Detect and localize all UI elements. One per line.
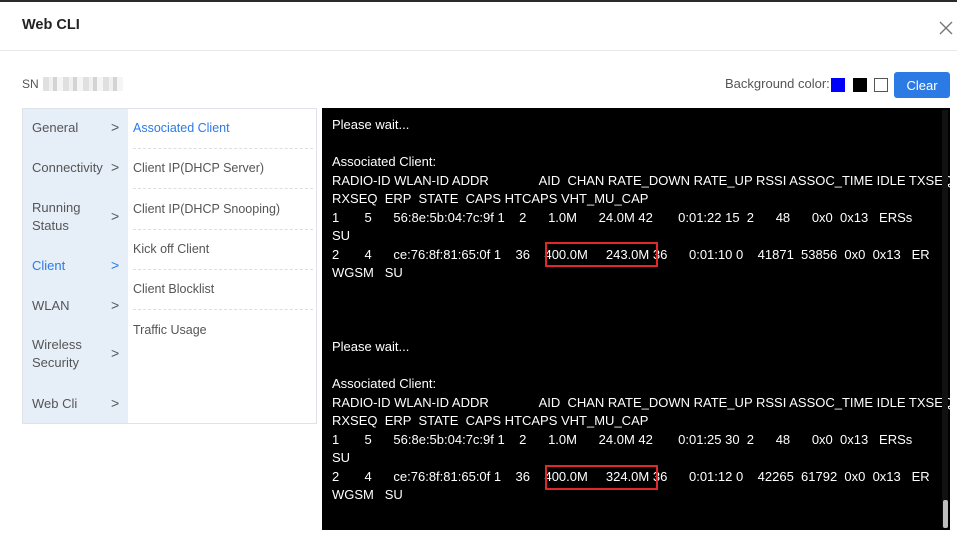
category-label: Wireless Security [32,337,82,370]
subitem-associated-client[interactable]: Associated Client [133,109,313,149]
subcommand-column: Associated Client Client IP(DHCP Server)… [128,109,316,423]
chevron-right-icon: > [111,159,120,175]
clear-button[interactable]: Clear [894,72,950,98]
subitem-client-ip-dhcp-snooping[interactable]: Client IP(DHCP Snooping) [133,190,313,230]
category-label: WLAN [32,298,70,313]
category-column: General > Connectivity > Running Status … [23,109,128,423]
subitem-label: Client Blocklist [133,282,215,296]
serial-number-masked [42,77,123,91]
subitem-traffic-usage[interactable]: Traffic Usage [133,311,313,351]
close-icon[interactable] [937,19,955,37]
category-client[interactable]: Client > [23,257,128,277]
scrollbar-track[interactable] [942,110,948,528]
dialog-header: Web CLI [0,2,957,51]
chevron-right-icon: > [111,257,120,273]
chevron-right-icon: > [111,208,120,224]
subitem-label: Kick off Client [133,242,210,256]
subitem-label: Traffic Usage [133,323,207,337]
subitem-label: Associated Client [133,121,230,135]
subitem-client-blocklist[interactable]: Client Blocklist [133,270,313,310]
chevron-right-icon: > [111,119,120,135]
cli-output-text: Please wait... Associated Client: RADIO-… [332,117,950,502]
dialog-title: Web CLI [22,17,80,33]
blue-swatch[interactable] [831,78,845,92]
category-label: Running Status [32,200,81,233]
subitem-label: Client IP(DHCP Server) [133,161,265,175]
black-swatch[interactable] [853,78,867,92]
category-wlan[interactable]: WLAN > [23,297,128,317]
category-wireless-security[interactable]: Wireless Security > [23,336,128,374]
category-label: Connectivity [32,160,103,175]
subitem-kick-off-client[interactable]: Kick off Client [133,230,313,270]
white-swatch[interactable] [874,78,888,92]
chevron-right-icon: > [111,297,120,313]
command-menu: General > Connectivity > Running Status … [22,108,317,424]
category-running-status[interactable]: Running Status > [23,199,128,237]
serial-number-label: SN [22,77,39,91]
category-label: Client [32,258,66,273]
chevron-right-icon: > [111,345,120,361]
category-general[interactable]: General > [23,119,128,139]
subitem-label: Client IP(DHCP Snooping) [133,202,281,216]
highlight-box-rates-1 [545,242,658,267]
serial-number: SN [22,77,123,91]
subitem-client-ip-dhcp-server[interactable]: Client IP(DHCP Server) [133,149,313,189]
category-label: General [32,120,79,135]
background-color-label: Background color: [725,76,830,91]
scrollbar-thumb[interactable] [943,500,948,528]
category-web-cli[interactable]: Web Cli > [23,395,128,415]
category-connectivity[interactable]: Connectivity > [23,159,128,179]
highlight-box-rates-2 [545,465,658,490]
chevron-right-icon: > [111,395,120,411]
category-label: Web Cli [32,396,78,411]
